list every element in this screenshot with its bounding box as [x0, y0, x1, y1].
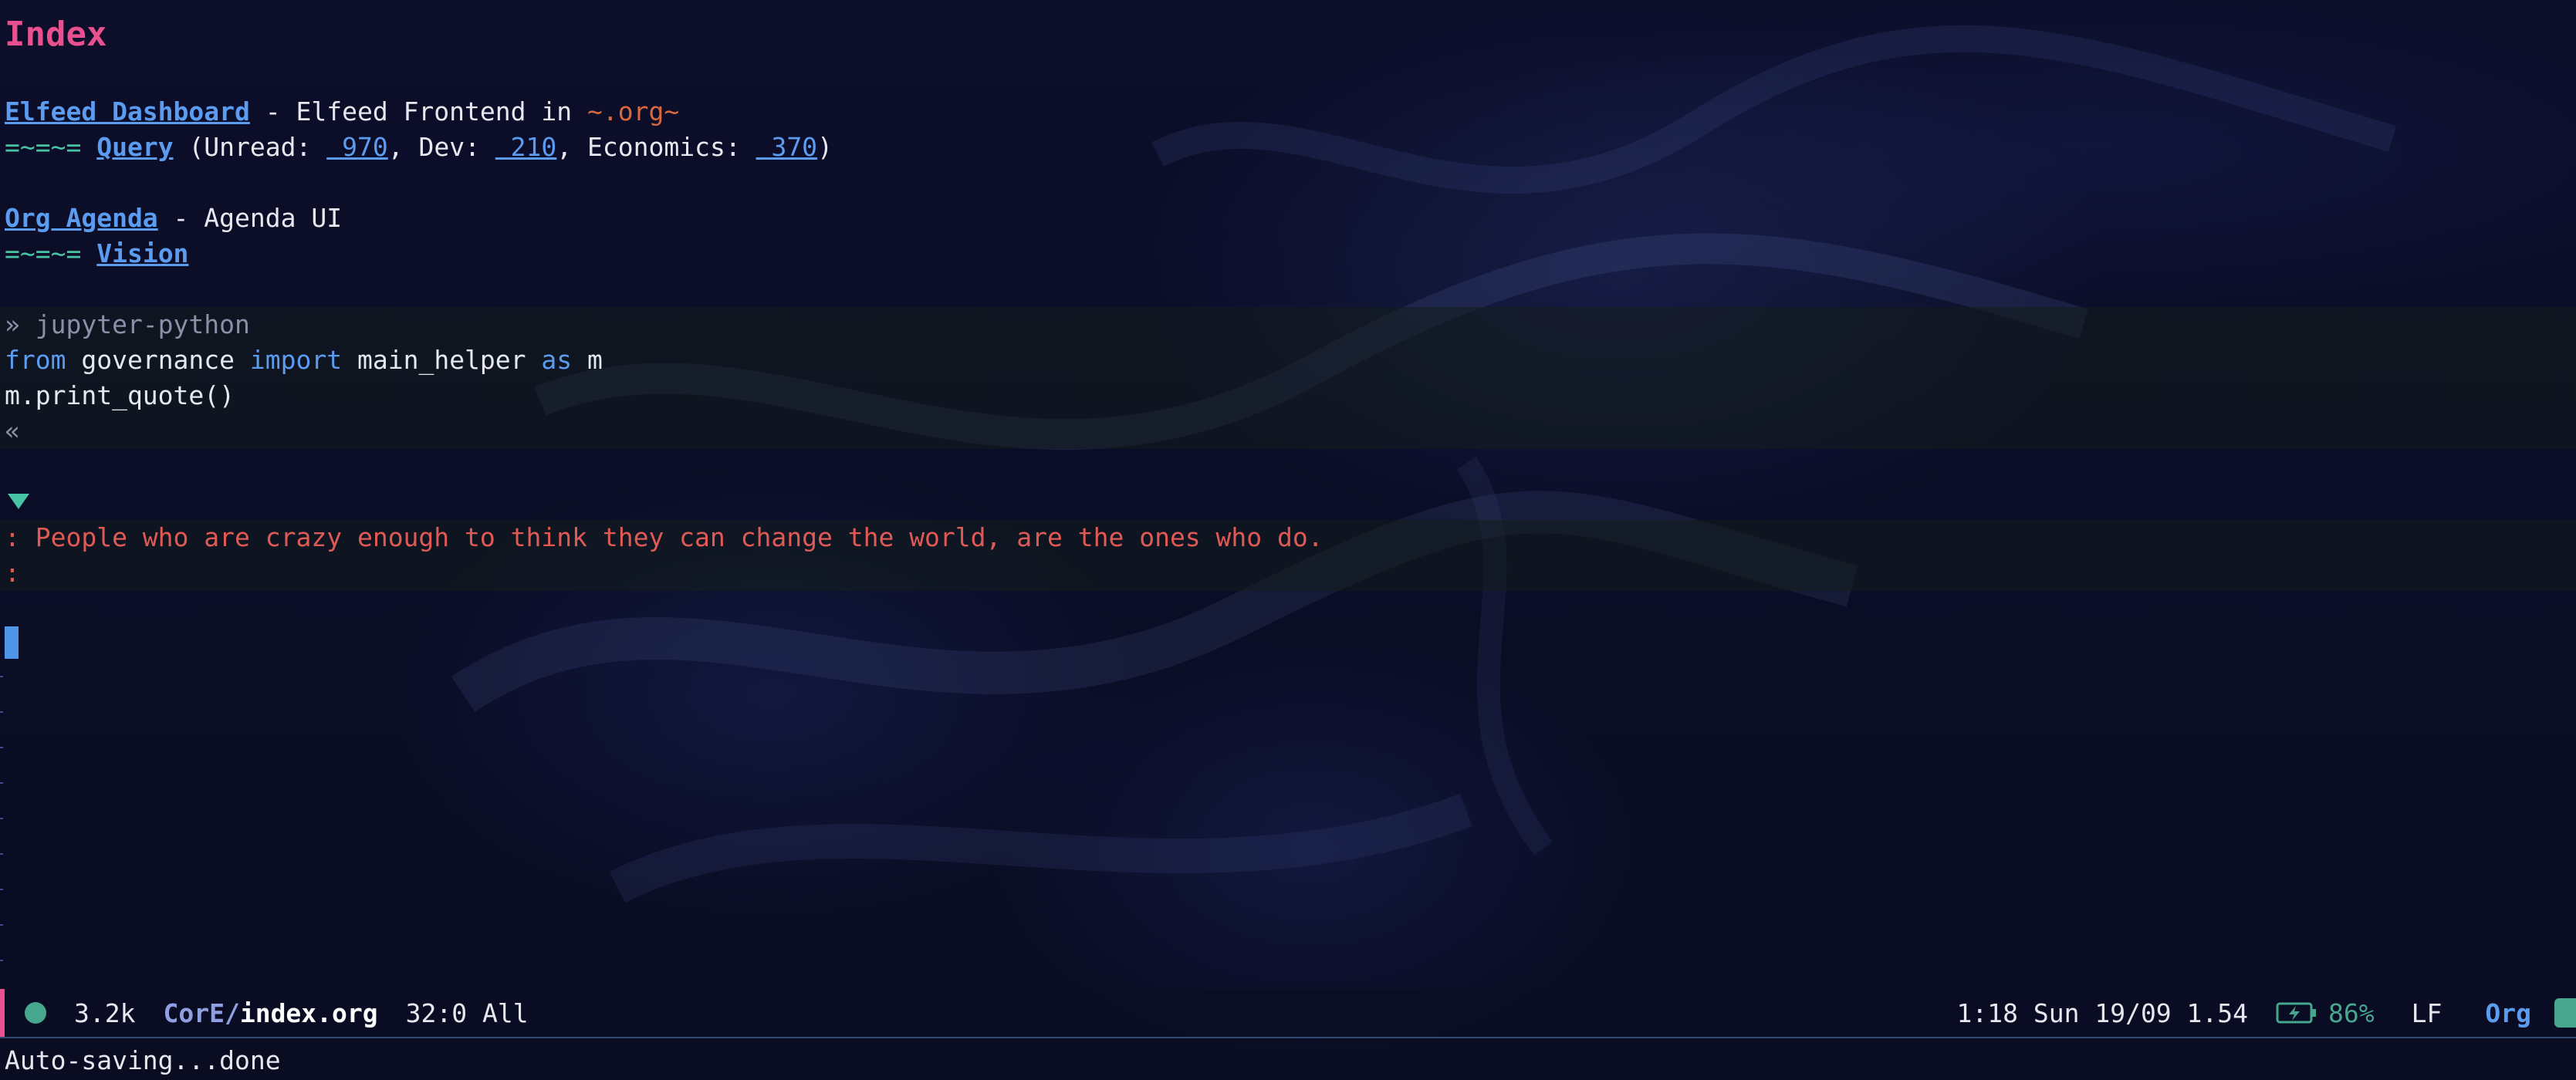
battery-charging-icon	[2276, 1001, 2319, 1025]
elfeed-description: - Elfeed Frontend in	[249, 96, 587, 127]
fringe-marker	[0, 711, 3, 713]
editor-buffer[interactable]: Index Elfeed Dashboard - Elfeed Frontend…	[0, 0, 2576, 980]
list-bullet: =~=~=	[5, 132, 82, 162]
keyword-as: as	[541, 345, 573, 375]
module-name: governance	[66, 345, 250, 375]
import-name: main_helper	[342, 345, 542, 375]
verbatim-org: ~.org~	[587, 96, 680, 127]
text-cursor	[5, 626, 19, 659]
fringe-marker	[0, 747, 3, 748]
elfeed-dashboard-link[interactable]: Elfeed Dashboard	[5, 96, 250, 127]
agenda-description: - Agenda UI	[157, 203, 343, 233]
results-empty-line: :	[5, 558, 20, 588]
active-window-indicator	[0, 989, 5, 1037]
list-bullet: =~=~=	[5, 238, 82, 268]
agenda-line: Org Agenda - Agenda UI	[5, 201, 2576, 236]
major-mode[interactable]: Org	[2485, 998, 2531, 1028]
elfeed-query-line: =~=~= Query (Unread: 970, Dev: 210, Econ…	[5, 130, 2576, 165]
close-paren: )	[817, 132, 833, 162]
dev-count-link[interactable]: 210	[495, 132, 557, 162]
src-block-end: «	[5, 416, 20, 446]
query-link[interactable]: Query	[96, 132, 173, 162]
page-title: Index	[5, 15, 107, 54]
economics-count-link[interactable]: 370	[756, 132, 817, 162]
fringe-marker	[0, 960, 3, 961]
fringe-marker	[0, 924, 3, 926]
fringe-marker	[0, 782, 3, 784]
mode-line-end-tab	[2554, 998, 2576, 1028]
src-line-import: from governance import main_helper as m	[5, 343, 2576, 378]
emacs-frame: Index Elfeed Dashboard - Elfeed Frontend…	[0, 0, 2576, 1080]
results-quote-line: : People who are crazy enough to think t…	[5, 522, 1323, 552]
unread-count-link[interactable]: 970	[326, 132, 388, 162]
fringe-marker	[0, 818, 3, 819]
buffer-directory: CorE/	[163, 997, 240, 1028]
fringe-marker	[0, 853, 3, 855]
elfeed-line: Elfeed Dashboard - Elfeed Frontend in ~.…	[5, 94, 2576, 130]
org-agenda-link[interactable]: Org Agenda	[5, 203, 158, 233]
unread-label: (Unread:	[188, 132, 327, 162]
mode-line-left: 3.2k CorE/index.org 32:0 All	[0, 989, 529, 1037]
economics-label: , Economics:	[556, 132, 756, 162]
line-ending[interactable]: LF	[2412, 998, 2442, 1028]
battery-percent: 86%	[2328, 997, 2375, 1028]
clock: 1:18 Sun 19/09 1.54	[1956, 997, 2249, 1028]
agenda-vision-line: =~=~= Vision	[5, 236, 2576, 272]
mode-line-right: 1:18 Sun 19/09 1.54 86% LF Org	[1957, 989, 2576, 1037]
import-alias: m	[572, 345, 603, 375]
keyword-from: from	[5, 345, 66, 375]
keyword-import: import	[249, 345, 343, 375]
buffer-filename: index.org	[239, 997, 378, 1028]
echo-area: Auto-saving...done	[5, 1045, 281, 1075]
fringe-marker	[0, 889, 3, 890]
vision-link[interactable]: Vision	[96, 238, 188, 268]
src-block-begin: » jupyter-python	[5, 309, 250, 339]
results-fold-triangle-icon[interactable]	[8, 494, 29, 509]
cursor-position: 32:0 All	[405, 997, 529, 1028]
mode-line: 3.2k CorE/index.org 32:0 All 1:18 Sun 19…	[0, 989, 2576, 1038]
src-line-call: m.print_quote()	[5, 380, 235, 410]
fringe-marker	[0, 676, 3, 677]
buffer-path[interactable]: CorE/index.org	[163, 998, 377, 1028]
buffer-size: 3.2k	[74, 997, 136, 1028]
dev-label: , Dev:	[387, 132, 495, 162]
buffer-state-dot-icon	[25, 1002, 46, 1024]
